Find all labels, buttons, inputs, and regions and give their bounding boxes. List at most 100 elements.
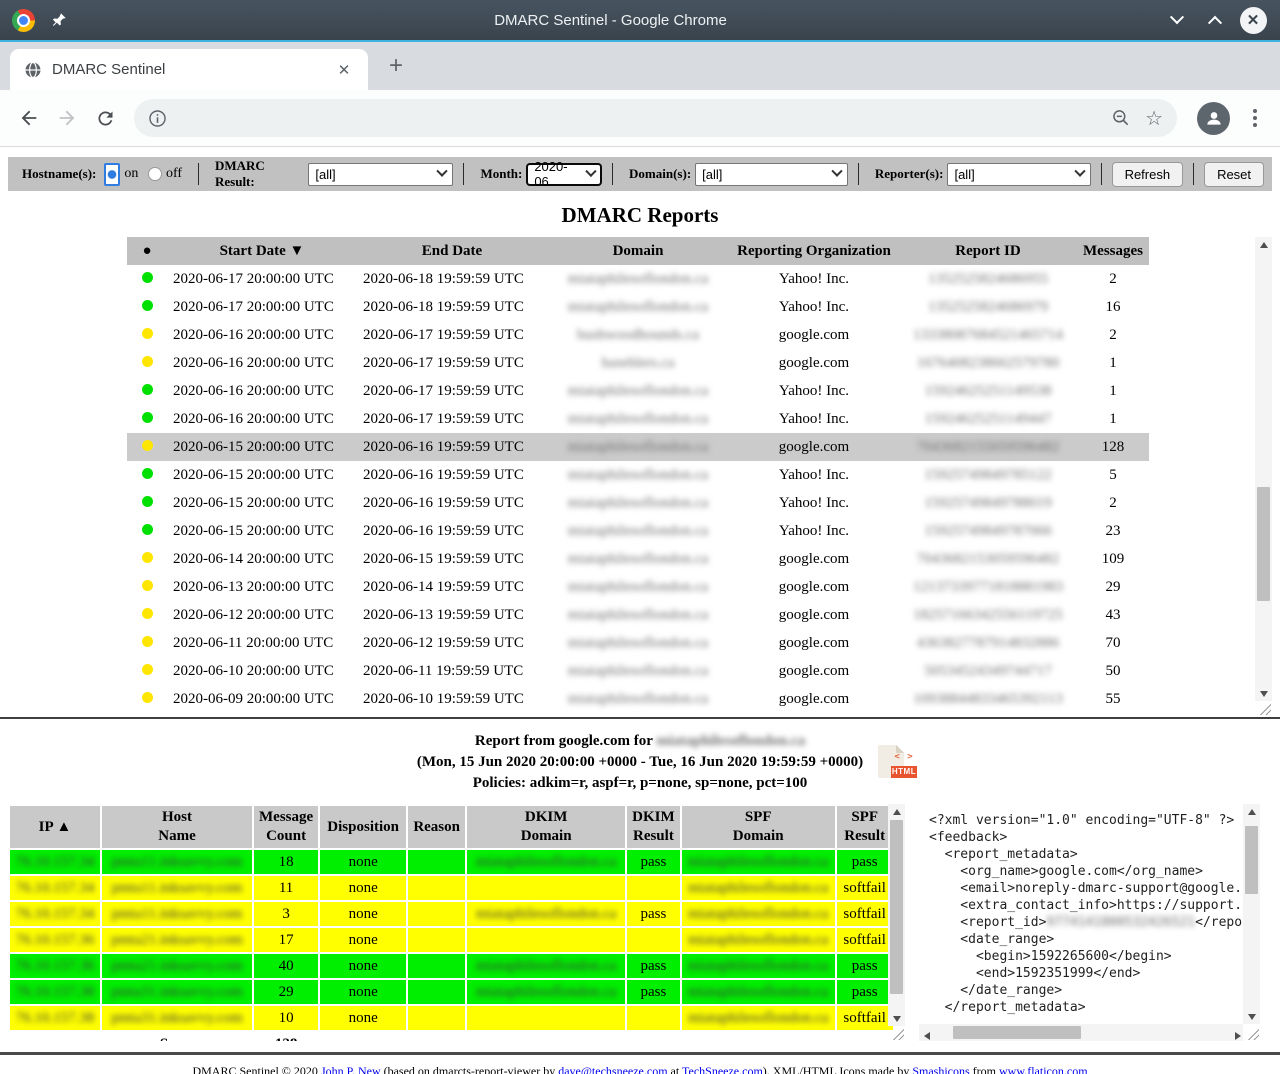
detail-dkim-domain: [467, 928, 625, 952]
maximize-button[interactable]: [1200, 5, 1230, 35]
report-row[interactable]: 2020-06-12 20:00:00 UTC2020-06-13 19:59:…: [127, 601, 1149, 629]
footer-link[interactable]: dave@techsneeze.com: [558, 1064, 667, 1074]
report-row[interactable]: 2020-06-15 20:00:00 UTC2020-06-16 19:59:…: [127, 517, 1149, 545]
footer-link[interactable]: www.flaticon.com: [999, 1064, 1088, 1074]
domains-select[interactable]: [all]: [695, 163, 848, 186]
scroll-down-icon[interactable]: [1243, 1009, 1260, 1024]
detail-reason: [408, 954, 465, 978]
xml-line: <report_id>9774141800532426521</report: [929, 914, 1243, 931]
reports-scrollbar[interactable]: [1255, 237, 1272, 701]
detail-col-disposition[interactable]: Disposition: [320, 806, 406, 848]
tab-close-icon[interactable]: ✕: [334, 61, 354, 79]
scroll-down-icon[interactable]: [888, 1011, 905, 1026]
col-reporting-org[interactable]: Reporting Organization: [729, 237, 899, 265]
detail-col-spf[interactable]: SPFResult: [837, 806, 893, 848]
col-end-date[interactable]: End Date: [357, 237, 547, 265]
xml-vertical-scrollbar[interactable]: [1243, 804, 1260, 1024]
back-button[interactable]: [10, 99, 48, 137]
detail-col-ip[interactable]: IP ▲: [10, 806, 100, 848]
detail-scrollbar[interactable]: [888, 804, 905, 1026]
col-report-id[interactable]: Report ID: [899, 237, 1077, 265]
detail-ip: 76.10.157.34: [10, 902, 100, 926]
xml-content: <?xml version="1.0" encoding="UTF-8" ?><…: [919, 804, 1243, 1024]
page-info-icon[interactable]: [148, 109, 167, 128]
report-row[interactable]: 2020-06-11 20:00:00 UTC2020-06-12 19:59:…: [127, 629, 1149, 657]
col-domain[interactable]: Domain: [547, 237, 729, 265]
scroll-right-icon[interactable]: [1230, 1028, 1245, 1043]
reload-button[interactable]: [86, 99, 124, 137]
report-row[interactable]: 2020-06-15 20:00:00 UTC2020-06-16 19:59:…: [127, 433, 1149, 461]
forward-button[interactable]: [48, 99, 86, 137]
report-org: Yahoo! Inc.: [729, 377, 899, 405]
report-row[interactable]: 2020-06-16 20:00:00 UTC2020-06-17 19:59:…: [127, 349, 1149, 377]
address-bar[interactable]: ☆: [134, 99, 1177, 137]
scroll-up-icon[interactable]: [1243, 804, 1260, 819]
scrollbar-thumb[interactable]: [1245, 826, 1258, 894]
reporters-select[interactable]: [all]: [947, 163, 1090, 186]
footer-link[interactable]: John P. New: [321, 1064, 381, 1074]
detail-spf-domain: miataphilesoflondon.ca: [682, 928, 835, 952]
xml-line: <feedback>: [929, 829, 1243, 846]
scrollbar-thumb[interactable]: [953, 1026, 1081, 1039]
browser-menu-icon[interactable]: [1240, 109, 1270, 127]
report-row[interactable]: 2020-06-09 20:00:00 UTC2020-06-10 19:59:…: [127, 685, 1149, 713]
footer-link[interactable]: TechSneeze.com: [682, 1064, 763, 1074]
detail-col-host[interactable]: HostName: [102, 806, 252, 848]
redacted-text: 50534524349744717: [924, 663, 1052, 679]
resize-grip-icon[interactable]: [1245, 1026, 1259, 1040]
detail-reason: [408, 850, 465, 874]
col-start-date[interactable]: Start Date ▼: [167, 237, 357, 265]
detail-spf-result: pass: [837, 980, 893, 1004]
scroll-left-icon[interactable]: [919, 1028, 934, 1043]
detail-host: pmta11.inksavvy.com: [102, 902, 252, 926]
resize-grip-icon[interactable]: [1257, 701, 1271, 715]
detail-col-message[interactable]: MessageCount: [254, 806, 318, 848]
hostnames-on-radio[interactable]: [104, 163, 120, 186]
detail-count: 40: [254, 954, 318, 978]
xml-horizontal-scrollbar[interactable]: [919, 1024, 1243, 1041]
report-end-date: 2020-06-17 19:59:59 UTC: [357, 349, 547, 377]
report-start-date: 2020-06-16 20:00:00 UTC: [167, 405, 357, 433]
report-row[interactable]: 2020-06-17 20:00:00 UTC2020-06-18 19:59:…: [127, 265, 1149, 293]
detail-date-range: (Mon, 15 Jun 2020 20:00:00 +0000 - Tue, …: [0, 752, 1280, 773]
footer-link[interactable]: Smashicons: [912, 1064, 969, 1074]
report-row[interactable]: 2020-06-16 20:00:00 UTC2020-06-17 19:59:…: [127, 321, 1149, 349]
report-row[interactable]: 2020-06-17 20:00:00 UTC2020-06-18 19:59:…: [127, 293, 1149, 321]
detail-col-spf[interactable]: SPFDomain: [682, 806, 835, 848]
month-select[interactable]: 2020-06: [526, 163, 602, 186]
minimize-button[interactable]: [1162, 5, 1192, 35]
scroll-up-icon[interactable]: [888, 804, 905, 819]
xml-viewer[interactable]: <?xml version="1.0" encoding="UTF-8" ?><…: [919, 804, 1260, 1041]
close-window-button[interactable]: ✕: [1238, 5, 1268, 35]
profile-avatar[interactable]: [1197, 102, 1230, 135]
report-row[interactable]: 2020-06-16 20:00:00 UTC2020-06-17 19:59:…: [127, 405, 1149, 433]
redacted-text: bushwoodhounds.ca: [577, 327, 699, 343]
detail-col-dkim[interactable]: DKIMDomain: [467, 806, 625, 848]
detail-dkim-result: [627, 876, 680, 900]
detail-col-reason[interactable]: Reason: [408, 806, 465, 848]
scrollbar-thumb[interactable]: [1257, 487, 1270, 601]
hostnames-off-radio[interactable]: [148, 167, 162, 181]
report-start-date: 2020-06-15 20:00:00 UTC: [167, 489, 357, 517]
scroll-down-icon[interactable]: [1255, 686, 1272, 701]
detail-col-dkim[interactable]: DKIMResult: [627, 806, 680, 848]
dmarc-result-select[interactable]: [all]: [308, 163, 453, 186]
report-row[interactable]: 2020-06-15 20:00:00 UTC2020-06-16 19:59:…: [127, 461, 1149, 489]
html-file-icon[interactable]: < > HTML: [878, 745, 904, 778]
report-row[interactable]: 2020-06-16 20:00:00 UTC2020-06-17 19:59:…: [127, 377, 1149, 405]
bookmark-star-icon[interactable]: ☆: [1145, 106, 1163, 131]
report-row[interactable]: 2020-06-13 20:00:00 UTC2020-06-14 19:59:…: [127, 573, 1149, 601]
col-messages[interactable]: Messages: [1077, 237, 1149, 265]
report-row[interactable]: 2020-06-14 20:00:00 UTC2020-06-15 19:59:…: [127, 545, 1149, 573]
refresh-button[interactable]: Refresh: [1112, 162, 1184, 187]
zoom-out-icon[interactable]: [1111, 108, 1131, 128]
report-row[interactable]: 2020-06-10 20:00:00 UTC2020-06-11 19:59:…: [127, 657, 1149, 685]
reset-button[interactable]: Reset: [1204, 162, 1264, 187]
scrollbar-thumb[interactable]: [890, 820, 903, 994]
scroll-up-icon[interactable]: [1255, 237, 1272, 252]
dmarc-result-label: DMARC Result:: [215, 158, 304, 190]
chevron-down-icon: [437, 166, 448, 177]
browser-tab[interactable]: DMARC Sentinel ✕: [10, 49, 368, 90]
new-tab-button[interactable]: +: [382, 52, 410, 80]
report-row[interactable]: 2020-06-15 20:00:00 UTC2020-06-16 19:59:…: [127, 489, 1149, 517]
